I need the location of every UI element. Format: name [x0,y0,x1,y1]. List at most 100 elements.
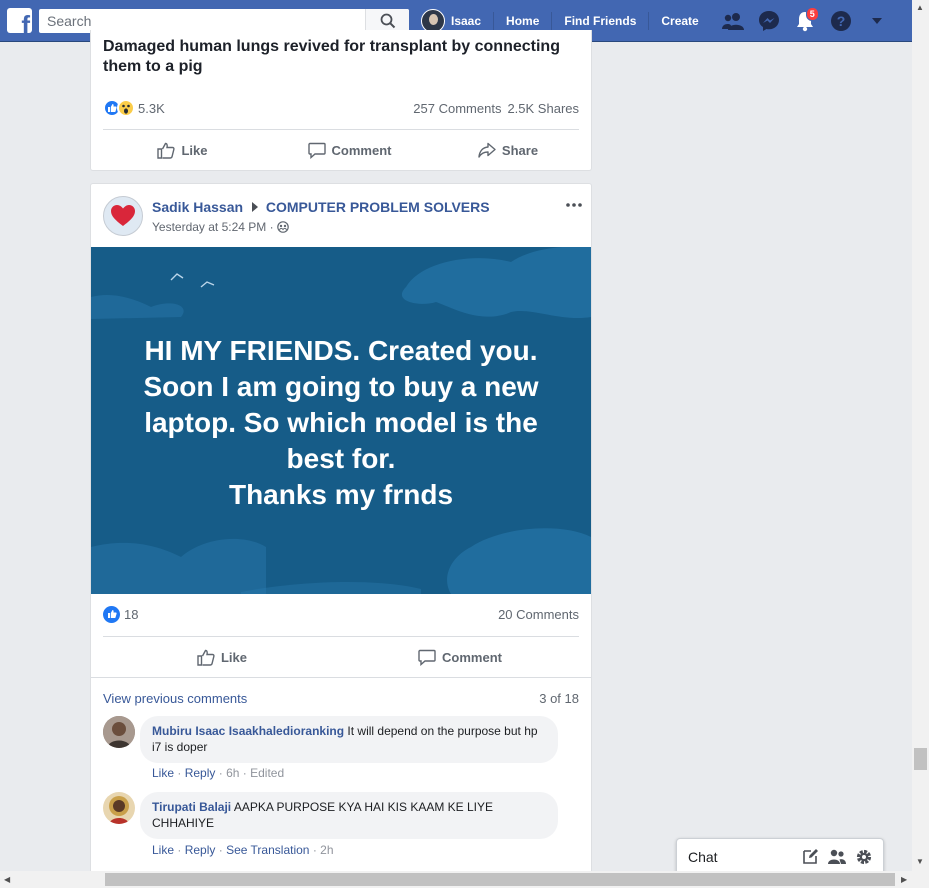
messenger-button[interactable] [751,0,787,42]
share-label: Share [501,142,539,158]
comment-reply-link[interactable]: Reply [185,766,216,780]
comment-count[interactable]: 257 Comments [413,101,501,116]
comment-like-link[interactable]: Like [152,766,174,780]
comment-button[interactable]: Comment [274,142,425,159]
image-text-line: Thanks my frnds [228,479,454,510]
new-message-icon[interactable] [801,848,819,866]
reaction-count[interactable]: 5.3K [138,101,165,116]
friends-icon [721,13,744,30]
scroll-left-icon[interactable]: ◀ [4,875,10,884]
commenter-name[interactable]: Mubiru Isaac Isaakhaledioranking [152,724,344,738]
reaction-count[interactable]: 18 [124,607,138,622]
image-text-line: Soon I am going to buy a new [143,371,539,402]
image-text-line: HI MY FRIENDS. Created you. [144,335,538,366]
comment-reply-link[interactable]: Reply [185,843,216,857]
news-post-card: Damaged human lungs revived for transpla… [90,30,592,171]
post-meta: Yesterday at 5:24 PM · [152,220,289,234]
comment-label: Comment [331,142,392,158]
commenter-avatar[interactable] [103,716,135,748]
comment-icon [418,649,436,666]
chat-icon-group [801,848,883,866]
notifications-button[interactable]: 5 [787,0,823,42]
author-line: Sadik Hassan COMPUTER PROBLEM SOLVERS [152,199,490,215]
commenter-avatar[interactable] [103,792,135,824]
messenger-icon [758,11,779,31]
more-dots-icon [566,203,582,207]
help-button[interactable]: ? [823,0,859,42]
create-group-icon[interactable] [827,848,847,866]
commenter-name[interactable]: Tirupati Balaji [152,800,231,814]
post-text-image[interactable]: HI MY FRIENDS. Created you. Soon I am go… [91,247,591,594]
post-headline[interactable]: Damaged human lungs revived for transpla… [103,37,573,77]
image-caption: HI MY FRIENDS. Created you. Soon I am go… [111,333,571,513]
like-button[interactable]: Like [91,649,353,666]
horizontal-scroll-thumb[interactable] [105,873,895,886]
vertical-scroll-thumb[interactable] [914,748,927,770]
friend-requests-button[interactable] [715,0,751,42]
chat-label: Chat [688,848,718,865]
like-label: Like [181,142,208,158]
group-audience-icon[interactable] [276,221,289,233]
heart-avatar-icon [111,205,135,226]
comment-edited-label[interactable]: Edited [250,766,284,780]
comment-item: Mubiru Isaac Isaakhaledioranking It will… [103,716,579,782]
comment-actions: Like · Reply · See Translation · 2h [152,843,334,857]
comment-time[interactable]: 6h [226,766,239,780]
svg-text:?: ? [836,13,845,29]
comment-icon [307,142,326,159]
more-options-button[interactable] [566,196,582,210]
comment-time[interactable]: 2h [320,843,333,857]
facebook-logo-icon[interactable]: f [7,8,32,33]
triangle-right-icon [251,202,258,212]
nav-find-friends-link[interactable]: Find Friends [551,12,648,30]
nav-icon-group: 5 ? [715,0,895,42]
chat-bar[interactable]: Chat [676,838,884,874]
horizontal-scrollbar[interactable]: ◀ ▶ [0,871,929,888]
deity-avatar-icon [103,792,135,824]
group-name[interactable]: COMPUTER PROBLEM SOLVERS [266,199,490,215]
comment-label: Comment [442,649,502,665]
scroll-right-icon[interactable]: ▶ [901,875,907,884]
thumbs-up-icon [157,142,176,159]
post-timestamp[interactable]: Yesterday at 5:24 PM · [152,220,274,234]
share-icon [478,142,496,158]
comment-item: Tirupati Balaji AAPKA PURPOSE KYA HAI KI… [103,792,579,862]
nav-create-link[interactable]: Create [648,12,710,30]
author-name[interactable]: Sadik Hassan [152,199,243,215]
group-post-card: Sadik Hassan COMPUTER PROBLEM SOLVERS Ye… [90,183,592,883]
vertical-scrollbar[interactable]: ▲ ▼ [912,0,929,871]
search-input[interactable] [39,10,365,32]
view-previous-comments-link[interactable]: View previous comments [103,691,247,706]
like-label: Like [220,649,247,665]
share-count[interactable]: 2.5K Shares [507,101,579,116]
dropdown-icon [871,18,882,24]
comment-bubble: Mubiru Isaac Isaakhaledioranking It will… [140,716,558,763]
comment-button[interactable]: Comment [353,649,567,666]
see-translation-link[interactable]: See Translation [226,843,309,857]
account-menu-button[interactable] [859,0,895,42]
share-button[interactable]: Share [425,142,591,158]
comment-count[interactable]: 20 Comments [498,607,579,622]
search-icon [380,13,395,29]
divider [91,677,591,678]
comment-bubble: Tirupati Balaji AAPKA PURPOSE KYA HAI KI… [140,792,558,839]
help-icon: ? [830,11,851,31]
scroll-down-icon[interactable]: ▼ [916,857,924,866]
wow-reaction-icon [117,99,135,117]
post-author-header: Sadik Hassan COMPUTER PROBLEM SOLVERS Ye… [103,196,579,236]
notifications-badge: 5 [805,7,819,21]
like-button[interactable]: Like [91,142,274,159]
comment-like-link[interactable]: Like [152,843,174,857]
author-avatar[interactable] [103,196,143,236]
post-stats: 5.3K 257 Comments 2.5K Shares [103,95,579,121]
gear-icon[interactable] [855,848,873,866]
image-text-line: best for. [286,443,396,474]
post-actions: Like Comment Share [91,130,591,170]
post-actions: Like Comment [91,637,591,677]
post-stats: 18 20 Comments [103,601,579,627]
person-avatar-icon [103,716,135,748]
image-text-line: laptop. So which model is the [144,407,538,438]
nav-home-link[interactable]: Home [493,12,551,30]
scroll-up-icon[interactable]: ▲ [916,3,924,12]
comment-position: 3 of 18 [539,691,579,706]
